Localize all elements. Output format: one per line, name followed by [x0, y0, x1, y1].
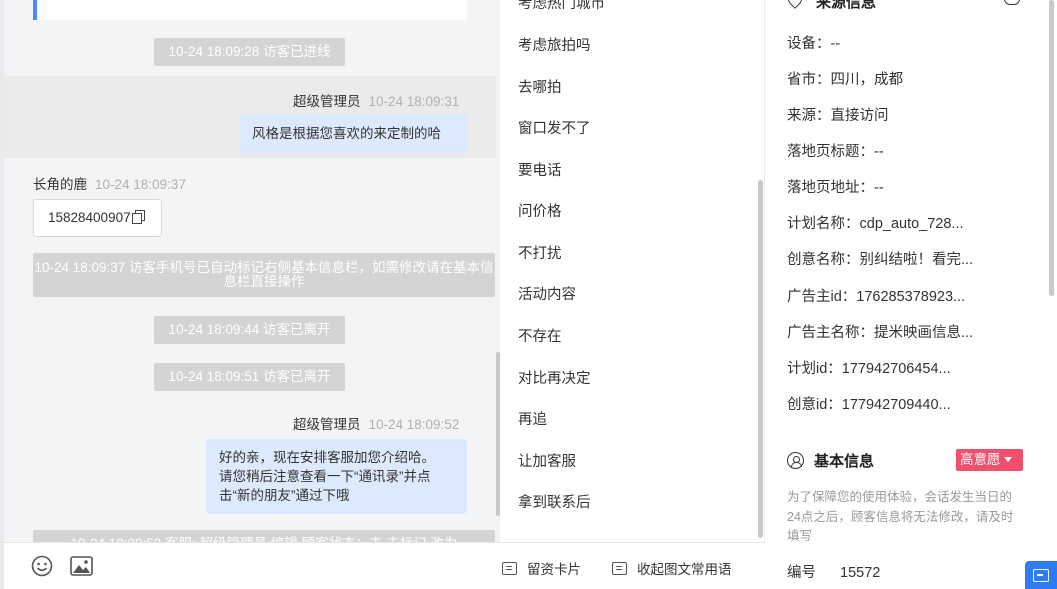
chat-messages[interactable]: 10-24 18:09:28 访客已进线 超级管理员 10-24 18:09:31…: [4, 0, 500, 542]
message-bubble: 好的亲，现在安排客服加您介绍哈。 请您稍后注意查看一下“通讯录”并点 击“新的朋…: [206, 439, 467, 514]
system-message: 10-24 18:09:44 访客已离开: [154, 316, 345, 344]
quick-reply-item[interactable]: 去哪拍: [518, 76, 562, 97]
image-icon[interactable]: [70, 556, 93, 579]
sender-name: 超级管理员: [293, 94, 361, 109]
quick-reply-item[interactable]: 再追: [518, 408, 547, 429]
edit-icon[interactable]: [1004, 0, 1020, 5]
system-message: 10-24 18:09:37 访客手机号已自动标记右侧基本信息栏，如需修改请在基…: [33, 253, 495, 297]
basic-info-label: 基本信息: [814, 453, 875, 470]
quick-reply-item[interactable]: 问价格: [518, 200, 562, 221]
source-channel: 来源：直接访问: [787, 108, 889, 124]
quick-reply-item[interactable]: 考虑旅拍吗: [518, 34, 591, 55]
quick-reply-list: 考虑热门城市 考虑旅拍吗 去哪拍 窗口发不了 要电话 问价格 不打扰 活动内容 …: [500, 0, 765, 542]
caret-down-icon: [1003, 457, 1012, 462]
message-float-button[interactable]: [1025, 561, 1057, 589]
system-message: 10-24 18:09:53 客服: 超级管理员 编辑 顾客状态：未 去标记 改…: [33, 530, 495, 542]
system-message: 10-24 18:09:28 访客已进线: [154, 38, 345, 66]
quick-reply-scrollbar[interactable]: [758, 180, 763, 538]
message-time: 10-24 18:09:52: [368, 417, 460, 432]
smile-icon[interactable]: [31, 555, 53, 580]
plan-id: 计划id：177942706454...: [787, 361, 951, 377]
source-region: 省市：四川，成都: [787, 72, 903, 88]
quoted-message: [33, 0, 467, 20]
location-icon: [785, 0, 805, 9]
creative-name: 创意名称：别纠结啦！看完...: [787, 252, 974, 268]
message-line: 好的亲，现在安排客服加您介绍哈。: [219, 450, 435, 465]
sender-name: 长角的鹿: [33, 177, 87, 192]
customer-id-label: 编号: [787, 565, 816, 581]
message-time: 10-24 18:09:37: [95, 177, 186, 192]
phrases-icon: [612, 562, 627, 575]
copy-icon[interactable]: [131, 210, 145, 224]
message-meta: 超级管理员 10-24 18:09:52: [293, 413, 459, 433]
message-line: 请您稍后注意查看一下“通讯录”并点: [219, 469, 431, 484]
chat-toolbar: 留资卡片 收起图文常用语: [0, 542, 765, 589]
basic-info-title: 基本信息: [787, 450, 874, 471]
lead-card-label: 留资卡片: [527, 562, 581, 577]
message-time: 10-24 18:09:31: [368, 94, 460, 109]
quick-reply-item[interactable]: 让加客服: [518, 450, 576, 471]
quick-reply-item[interactable]: 活动内容: [518, 283, 576, 304]
source-device: 设备：--: [787, 36, 841, 52]
message-meta-visitor: 长角的鹿 10-24 18:09:37: [33, 173, 186, 193]
intent-level-value: 高意愿: [960, 452, 1001, 467]
system-message: 10-24 18:09:51 访客已离开: [154, 363, 345, 391]
source-info-title: 来源信息: [816, 0, 877, 11]
quick-reply-item[interactable]: 不打扰: [518, 242, 562, 263]
phone-number: 15828400907: [48, 210, 131, 225]
message-row-agent: 超级管理员 10-24 18:09:31 风格是根据您喜欢的来定制的哈: [4, 76, 496, 158]
landing-page-title: 落地页标题：--: [787, 144, 884, 160]
message-line: 击“新的朋友”通过下哦: [219, 488, 350, 503]
customer-id-row: 编号 15572: [787, 561, 880, 582]
quick-reply-item[interactable]: 考虑热门城市: [518, 0, 605, 13]
user-icon: [787, 452, 804, 469]
advertiser-id: 广告主id：176285378923...: [787, 289, 966, 305]
lead-card-button[interactable]: 留资卡片: [502, 558, 581, 578]
phone-number-card[interactable]: 15828400907: [33, 199, 162, 237]
card-icon: [502, 562, 517, 575]
sender-name: 超级管理员: [293, 417, 361, 432]
quick-reply-item[interactable]: 要电话: [518, 159, 562, 180]
chat-panel: 10-24 18:09:28 访客已进线 超级管理员 10-24 18:09:31…: [0, 0, 500, 542]
edit-deadline-note: 为了保障您的使用体验，会话发生当日的24点之后，顾客信息将无法修改，请及时填写: [787, 490, 1014, 543]
quick-reply-item[interactable]: 不存在: [518, 325, 562, 346]
quick-reply-item[interactable]: 窗口发不了: [518, 117, 591, 138]
info-scrollbar[interactable]: [1049, 0, 1054, 296]
message-meta: 超级管理员 10-24 18:09:31: [293, 90, 459, 110]
advertiser-name: 广告主名称：提米映画信息...: [787, 325, 974, 341]
collapse-phrases-label: 收起图文常用语: [637, 562, 732, 577]
creative-id: 创意id：177942709440...: [787, 397, 951, 413]
plan-name: 计划名称：cdp_auto_728...: [787, 216, 964, 232]
landing-page-url: 落地页地址：--: [787, 180, 884, 196]
customer-info-panel: 来源信息 设备：-- 省市：四川，成都 来源：直接访问 落地页标题：-- 落地页…: [766, 0, 1057, 589]
message-bubble: 风格是根据您喜欢的来定制的哈: [240, 114, 467, 153]
customer-id-value: 15572: [840, 565, 881, 581]
intent-level-dropdown[interactable]: 高意愿: [956, 449, 1023, 471]
collapse-phrases-button[interactable]: 收起图文常用语: [612, 558, 732, 578]
quick-reply-item[interactable]: 拿到联系后: [518, 491, 591, 512]
quick-reply-item[interactable]: 对比再决定: [518, 367, 591, 388]
